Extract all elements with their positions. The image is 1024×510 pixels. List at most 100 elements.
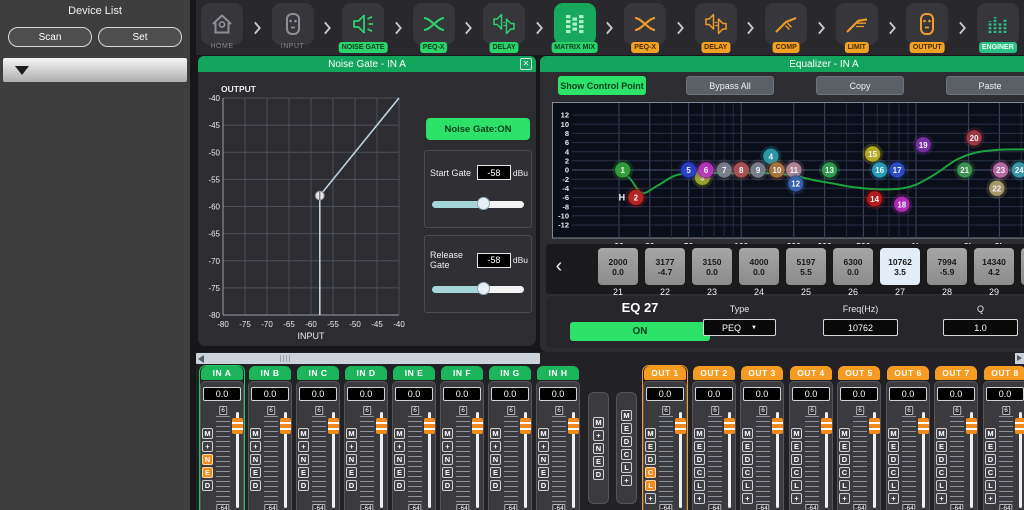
strip-button-l[interactable]: L bbox=[791, 480, 802, 491]
strip-button-+[interactable]: + bbox=[250, 441, 261, 452]
strip-button-m[interactable]: M bbox=[490, 428, 501, 439]
fader-handle[interactable] bbox=[280, 418, 291, 434]
strip-button-d[interactable]: D bbox=[645, 454, 656, 465]
strip-button-n[interactable]: N bbox=[394, 454, 405, 465]
strip-button-c[interactable]: C bbox=[791, 467, 802, 478]
channel-header[interactable]: IN F bbox=[441, 366, 483, 380]
fader-track[interactable] bbox=[428, 412, 431, 508]
strip-button-d[interactable]: D bbox=[442, 480, 453, 491]
channel-gain-value[interactable]: 0.0 bbox=[937, 387, 975, 401]
master-button-m[interactable]: M bbox=[593, 417, 604, 428]
strip-button-m[interactable]: M bbox=[298, 428, 309, 439]
channel-header[interactable]: OUT 4 bbox=[790, 366, 832, 380]
strip-button-m[interactable]: M bbox=[936, 428, 947, 439]
master-button-e[interactable]: E bbox=[621, 423, 632, 434]
band-cell-23[interactable]: 31500.0 bbox=[692, 248, 732, 285]
channel-header[interactable]: OUT 1 bbox=[644, 366, 686, 380]
fader-track[interactable] bbox=[236, 412, 239, 508]
eq-control-point-13[interactable]: 13 bbox=[819, 160, 840, 181]
master-button-n[interactable]: N bbox=[593, 443, 604, 454]
paste-button[interactable]: Paste bbox=[946, 76, 1024, 95]
strip-button-n[interactable]: N bbox=[250, 454, 261, 465]
strip-button-+[interactable]: + bbox=[839, 493, 850, 504]
channel-header[interactable]: OUT 5 bbox=[838, 366, 880, 380]
strip-button-+[interactable]: + bbox=[694, 493, 705, 504]
master-button-c[interactable]: C bbox=[621, 449, 632, 460]
fader-track[interactable] bbox=[970, 412, 973, 508]
strip-button-e[interactable]: E bbox=[936, 441, 947, 452]
strip-button-m[interactable]: M bbox=[442, 428, 453, 439]
start-gate-slider[interactable] bbox=[432, 201, 524, 208]
show-control-point-button[interactable]: Show Control Point bbox=[558, 76, 646, 95]
channel-gain-value[interactable]: 0.0 bbox=[743, 387, 781, 401]
fader-handle[interactable] bbox=[918, 418, 929, 434]
eq-control-point-18[interactable]: 18 bbox=[891, 194, 912, 215]
strip-button-e[interactable]: E bbox=[394, 467, 405, 478]
master-button-+[interactable]: + bbox=[593, 430, 604, 441]
fader-handle[interactable] bbox=[520, 418, 531, 434]
channel-header[interactable]: OUT 6 bbox=[887, 366, 929, 380]
strip-button-m[interactable]: M bbox=[202, 428, 213, 439]
set-button[interactable]: Set bbox=[98, 27, 182, 47]
strip-button-m[interactable]: M bbox=[985, 428, 996, 439]
channel-gain-value[interactable]: 0.0 bbox=[646, 387, 684, 401]
strip-button-+[interactable]: + bbox=[742, 493, 753, 504]
copy-button[interactable]: Copy bbox=[816, 76, 904, 95]
strip-button-d[interactable]: D bbox=[888, 454, 899, 465]
channel-gain-value[interactable]: 0.0 bbox=[986, 387, 1024, 401]
fader-handle[interactable] bbox=[328, 418, 339, 434]
toolbar-item-limit[interactable]: LIMIT bbox=[834, 0, 880, 55]
strip-button-d[interactable]: D bbox=[791, 454, 802, 465]
eq-control-point-21[interactable]: 21 bbox=[954, 160, 975, 181]
eq-control-point-1[interactable]: 1 bbox=[612, 160, 633, 181]
fader-track[interactable] bbox=[476, 412, 479, 508]
eq-control-point-23[interactable]: 23 bbox=[990, 160, 1011, 181]
channel-gain-value[interactable]: 0.0 bbox=[539, 387, 577, 401]
strip-button-+[interactable]: + bbox=[490, 441, 501, 452]
strip-button-e[interactable]: E bbox=[645, 441, 656, 452]
strip-button-l[interactable]: L bbox=[694, 480, 705, 491]
strip-button-d[interactable]: D bbox=[839, 454, 850, 465]
fader-handle[interactable] bbox=[376, 418, 387, 434]
channel-gain-value[interactable]: 0.0 bbox=[347, 387, 385, 401]
strip-button-n[interactable]: N bbox=[202, 454, 213, 465]
strip-button-d[interactable]: D bbox=[694, 454, 705, 465]
channel-gain-value[interactable]: 0.0 bbox=[889, 387, 927, 401]
eq-control-point-14[interactable]: 14 bbox=[864, 188, 885, 209]
type-dropdown[interactable]: PEQ ▼ bbox=[703, 319, 776, 336]
fader-track[interactable] bbox=[524, 412, 527, 508]
strip-button-m[interactable]: M bbox=[538, 428, 549, 439]
channel-gain-value[interactable]: 0.0 bbox=[792, 387, 830, 401]
fader-handle[interactable] bbox=[1015, 418, 1024, 434]
mixer-scrollbar-right[interactable] bbox=[1015, 353, 1024, 364]
strip-button-d[interactable]: D bbox=[202, 480, 213, 491]
strip-button-e[interactable]: E bbox=[888, 441, 899, 452]
channel-gain-value[interactable]: 0.0 bbox=[251, 387, 289, 401]
close-icon[interactable]: ✕ bbox=[520, 58, 532, 70]
band-cell-28[interactable]: 7994-5.9 bbox=[927, 248, 967, 285]
channel-gain-value[interactable]: 0.0 bbox=[203, 387, 241, 401]
fader-handle[interactable] bbox=[821, 418, 832, 434]
eq-on-button[interactable]: ON bbox=[570, 322, 710, 341]
start-gate-slider-handle[interactable] bbox=[477, 197, 490, 210]
master-button-m[interactable]: M bbox=[621, 410, 632, 421]
strip-button-l[interactable]: L bbox=[742, 480, 753, 491]
channel-gain-value[interactable]: 0.0 bbox=[299, 387, 337, 401]
fader-handle[interactable] bbox=[568, 418, 579, 434]
strip-button-e[interactable]: E bbox=[202, 467, 213, 478]
fader-track[interactable] bbox=[679, 412, 682, 508]
strip-button-e[interactable]: E bbox=[346, 467, 357, 478]
master-button-d[interactable]: D bbox=[621, 436, 632, 447]
release-gate-value[interactable]: -58 bbox=[477, 253, 511, 268]
channel-header[interactable]: OUT 2 bbox=[693, 366, 735, 380]
strip-button-+[interactable]: + bbox=[298, 441, 309, 452]
scroll-left-icon[interactable] bbox=[198, 355, 204, 363]
strip-button-d[interactable]: D bbox=[250, 480, 261, 491]
channel-header[interactable]: IN G bbox=[489, 366, 531, 380]
strip-button-c[interactable]: C bbox=[742, 467, 753, 478]
fader-track[interactable] bbox=[825, 412, 828, 508]
channel-gain-value[interactable]: 0.0 bbox=[443, 387, 481, 401]
strip-button-m[interactable]: M bbox=[791, 428, 802, 439]
band-cell-22[interactable]: 3177-4.7 bbox=[645, 248, 685, 285]
eq-control-point-22[interactable]: 22 bbox=[986, 178, 1007, 199]
